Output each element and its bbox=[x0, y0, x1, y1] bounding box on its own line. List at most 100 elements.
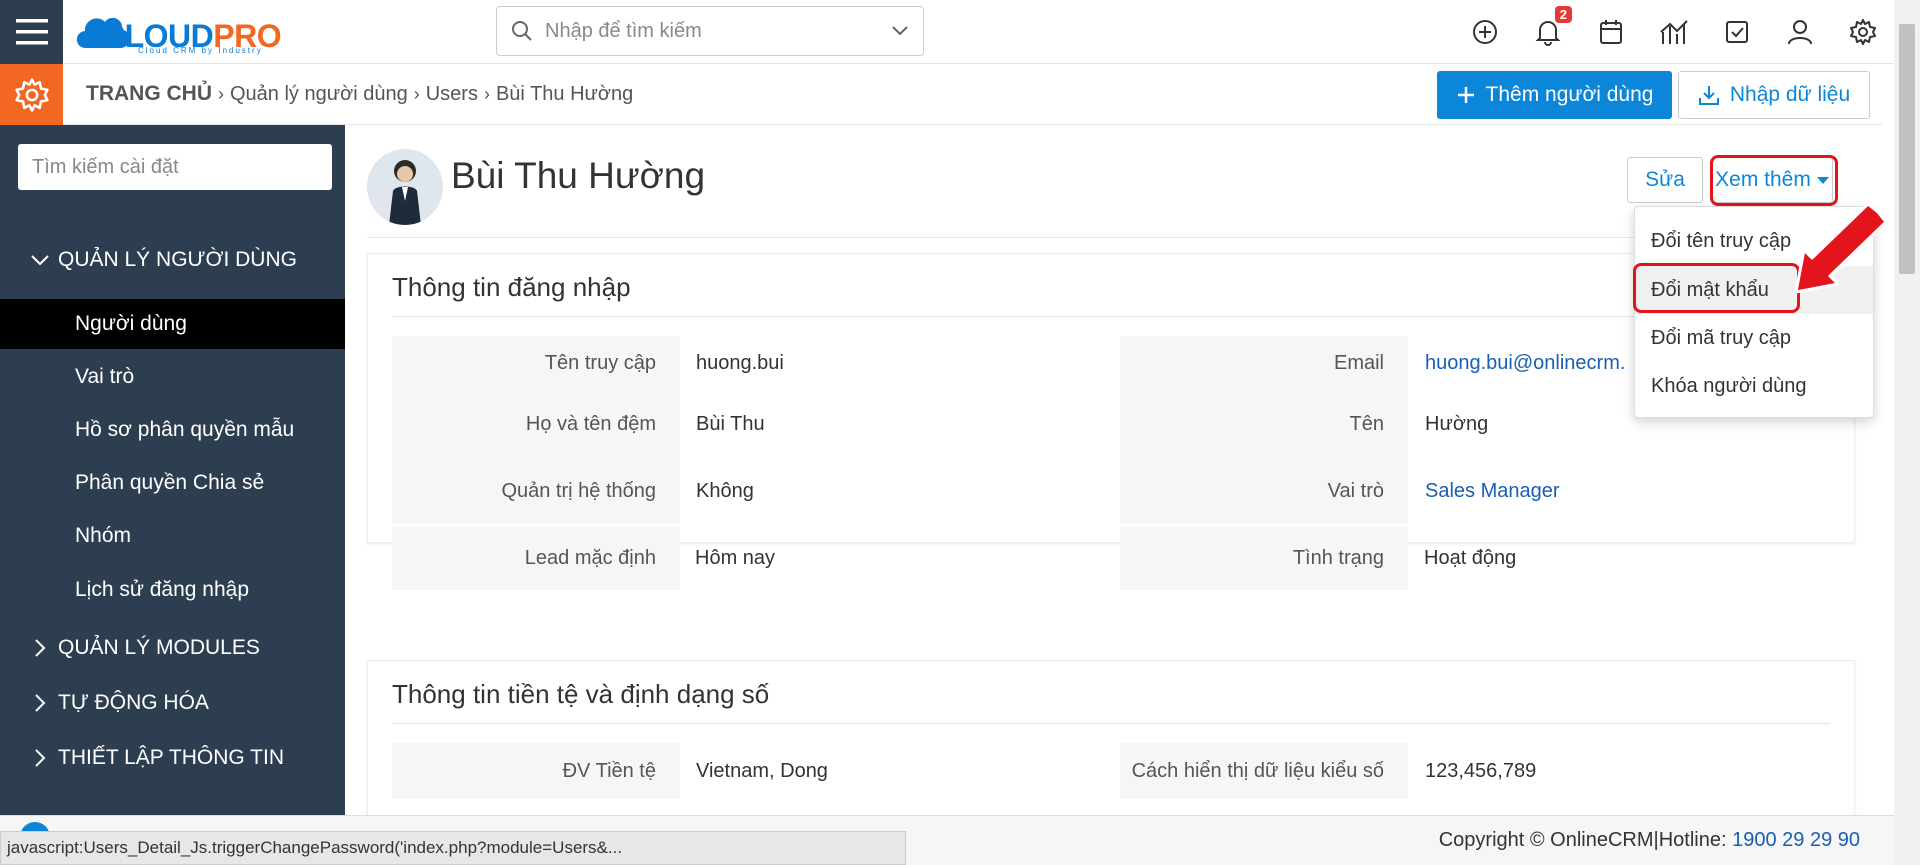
import-label: Nhập dữ liệu bbox=[1729, 83, 1851, 106]
menu-item-change-access-key[interactable]: Đổi mã truy cập bbox=[1635, 314, 1873, 362]
sidebar-item-label: Hồ sơ phân quyền mẫu bbox=[75, 418, 295, 441]
middlename-value: Bùi Thu bbox=[696, 412, 765, 435]
admin-value: Không bbox=[696, 479, 754, 502]
global-search[interactable]: Nhập để tìm kiếm bbox=[496, 6, 924, 56]
field-label: Tình trạng bbox=[1120, 526, 1408, 590]
username-value: huong.bui bbox=[696, 351, 784, 374]
email-value[interactable]: huong.bui@onlinecrm. bbox=[1425, 336, 1625, 390]
field-label: Cách hiển thị dữ liệu kiểu số bbox=[1120, 743, 1408, 799]
cloudpro-logo[interactable]: CLOUDPRO Cloud CRM by Industry bbox=[72, 6, 302, 56]
user-icon[interactable] bbox=[1782, 14, 1818, 50]
divider bbox=[392, 723, 1830, 724]
section-user-management-label: QUẢN LÝ NGƯỜI DÙNG bbox=[58, 248, 297, 271]
search-icon bbox=[512, 21, 532, 41]
brand-tagline: Cloud CRM by Industry bbox=[138, 46, 263, 55]
notification-badge: 2 bbox=[1554, 6, 1572, 23]
divider bbox=[367, 237, 1855, 238]
chevron-down-icon bbox=[31, 255, 49, 266]
currency-value: Vietnam, Dong bbox=[696, 759, 828, 782]
field-label: Tên truy cập bbox=[392, 336, 680, 390]
add-user-button[interactable]: Thêm người dùng bbox=[1437, 71, 1672, 119]
field-label: Lead mặc định bbox=[392, 526, 680, 590]
lead-value: Hôm nay bbox=[695, 546, 776, 569]
settings-sidebar: Tìm kiếm cài đặt QUẢN LÝ NGƯỜI DÙNG Ngườ… bbox=[0, 125, 345, 865]
field-label: Họ và tên đệm bbox=[392, 390, 680, 458]
field-label: Email bbox=[1120, 336, 1408, 390]
sidebar-item-label: Lịch sử đăng nhập bbox=[75, 578, 250, 601]
chart-icon[interactable] bbox=[1656, 14, 1692, 50]
top-bar: CLOUDPRO Cloud CRM by Industry Nhập để t… bbox=[0, 0, 1920, 64]
section-user-management[interactable]: QUẢN LÝ NGƯỜI DÙNG bbox=[30, 248, 297, 272]
import-button[interactable]: Nhập dữ liệu bbox=[1678, 71, 1870, 119]
avatar bbox=[367, 149, 443, 225]
task-icon[interactable] bbox=[1719, 14, 1755, 50]
section-setup-label: THIẾT LẬP THÔNG TIN bbox=[58, 746, 284, 769]
copyright-label: Copyright © OnlineCRM|Hotline: bbox=[1438, 829, 1733, 851]
sidebar-item-label: Phân quyền Chia sẻ bbox=[75, 471, 265, 494]
chevron-right-icon bbox=[35, 639, 46, 657]
bell-icon[interactable]: 2 bbox=[1530, 6, 1572, 50]
section-modules[interactable]: QUẢN LÝ MODULES bbox=[30, 636, 260, 660]
calendar-icon[interactable] bbox=[1593, 14, 1629, 50]
more-button-label: Xem thêm bbox=[1715, 168, 1811, 191]
breadcrumb-home[interactable]: TRANG CHỦ bbox=[86, 82, 212, 106]
scrollbar-thumb[interactable] bbox=[1899, 24, 1915, 274]
settings-gear-icon[interactable] bbox=[0, 64, 63, 125]
field-label: ĐV Tiền tệ bbox=[392, 743, 680, 799]
sidebar-item-roles[interactable]: Vai trò bbox=[0, 352, 345, 402]
chevron-right-icon: › bbox=[413, 83, 420, 104]
hotline-link[interactable]: 1900 29 29 90 bbox=[1732, 829, 1860, 851]
section-modules-label: QUẢN LÝ MODULES bbox=[58, 636, 260, 659]
sidebar-item-label: Nhóm bbox=[75, 524, 132, 547]
more-dropdown-menu: Đổi tên truy cập Đổi mật khẩu Đổi mã tru… bbox=[1634, 206, 1874, 418]
sidebar-item-login-history[interactable]: Lịch sử đăng nhập bbox=[0, 565, 345, 615]
add-user-label: Thêm người dùng bbox=[1485, 83, 1654, 106]
browser-status-url: javascript:Users_Detail_Js.triggerChange… bbox=[0, 831, 906, 865]
section-setup[interactable]: THIẾT LẬP THÔNG TIN bbox=[30, 746, 284, 770]
plus-icon bbox=[1457, 87, 1474, 103]
panel-title: Thông tin tiền tệ và định dạng số bbox=[392, 679, 770, 709]
login-info-panel: Thông tin đăng nhập Tên truy cập huong.b… bbox=[367, 253, 1855, 543]
edit-button[interactable]: Sửa bbox=[1627, 157, 1703, 203]
download-icon bbox=[1698, 86, 1719, 105]
add-circle-icon[interactable] bbox=[1467, 14, 1503, 50]
section-automation[interactable]: TỰ ĐỘNG HÓA bbox=[30, 691, 209, 715]
sidebar-item-groups[interactable]: Nhóm bbox=[0, 511, 345, 561]
chevron-right-icon: › bbox=[218, 83, 224, 104]
search-input[interactable]: Nhập để tìm kiếm bbox=[545, 20, 891, 43]
divider bbox=[392, 316, 1830, 317]
role-link[interactable]: Sales Manager bbox=[1425, 458, 1560, 524]
menu-icon[interactable] bbox=[0, 0, 63, 64]
field-label: Vai trò bbox=[1120, 458, 1408, 524]
field-label: Tên bbox=[1120, 390, 1408, 458]
breadcrumb-current: Bùi Thu Hường bbox=[495, 82, 634, 105]
copyright-text: Copyright © OnlineCRM|Hotline: 1900 29 2… bbox=[1439, 829, 1860, 852]
more-button[interactable]: Xem thêm bbox=[1711, 157, 1833, 203]
settings-icon[interactable] bbox=[1845, 14, 1881, 50]
firstname-value: Hường bbox=[1425, 412, 1489, 435]
chevron-right-icon: › bbox=[483, 83, 490, 104]
chevron-right-icon bbox=[35, 749, 46, 767]
settings-search-input[interactable]: Tìm kiếm cài đặt bbox=[18, 144, 332, 190]
breadcrumb-user-management[interactable]: Quản lý người dùng bbox=[230, 83, 408, 106]
currency-info-panel: Thông tin tiền tệ và định dạng số ĐV Tiề… bbox=[367, 660, 1855, 815]
sidebar-item-sharing[interactable]: Phân quyền Chia sẻ bbox=[0, 458, 345, 508]
user-full-name: Bùi Thu Hường bbox=[451, 155, 706, 196]
chevron-right-icon bbox=[35, 694, 46, 712]
menu-item-change-username[interactable]: Đổi tên truy cập bbox=[1635, 217, 1873, 265]
field-label: Quản trị hệ thống bbox=[392, 458, 680, 524]
sidebar-item-users[interactable]: Người dùng bbox=[0, 299, 345, 349]
breadcrumb-users[interactable]: Users bbox=[426, 83, 478, 106]
breadcrumb-bar: TRANG CHỦ › Quản lý người dùng › Users ›… bbox=[0, 64, 1882, 125]
breadcrumb: TRANG CHỦ › Quản lý người dùng › Users ›… bbox=[86, 82, 633, 106]
menu-item-lock-user[interactable]: Khóa người dùng bbox=[1635, 362, 1873, 410]
status-value: Hoạt động bbox=[1424, 546, 1517, 569]
caret-down-icon bbox=[1816, 176, 1829, 184]
sidebar-item-label: Người dùng bbox=[75, 312, 187, 335]
section-automation-label: TỰ ĐỘNG HÓA bbox=[58, 691, 209, 714]
chevron-down-icon[interactable] bbox=[891, 25, 909, 37]
page-scrollbar[interactable] bbox=[1894, 0, 1920, 865]
menu-item-change-password[interactable]: Đổi mật khẩu bbox=[1635, 266, 1873, 314]
numformat-value: 123,456,789 bbox=[1425, 759, 1537, 782]
sidebar-item-profiles[interactable]: Hồ sơ phân quyền mẫu bbox=[0, 405, 345, 455]
